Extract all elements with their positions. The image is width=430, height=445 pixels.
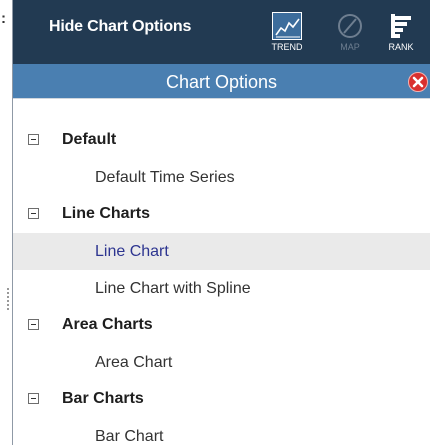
rank-bars-icon — [386, 12, 416, 40]
group-label: Line Charts — [62, 205, 151, 222]
tree-item-bar-chart[interactable]: Bar Chart — [13, 418, 430, 445]
chart-options-header: Chart Options — [13, 64, 430, 99]
trend-label: TREND — [271, 42, 303, 52]
hide-chart-options-button[interactable]: Hide Chart Options — [49, 18, 191, 36]
splitter-grip-handle[interactable] — [7, 288, 9, 312]
chart-type-tree: Default Default Time Series Line Charts … — [13, 122, 430, 445]
item-label: Bar Chart — [95, 428, 164, 445]
collapse-minus-icon[interactable] — [28, 134, 39, 145]
tree-item-line-chart-spline[interactable]: Line Chart with Spline — [13, 270, 430, 307]
map-button[interactable]: MAP — [328, 12, 372, 62]
tree-item-default-time-series[interactable]: Default Time Series — [13, 159, 430, 196]
collapse-minus-icon[interactable] — [28, 208, 39, 219]
collapse-minus-icon[interactable] — [28, 319, 39, 330]
tree-group-line-charts[interactable]: Line Charts — [13, 196, 430, 233]
map-compass-icon — [335, 12, 365, 40]
group-label: Default — [62, 131, 117, 148]
rank-label: RANK — [388, 42, 414, 52]
trend-button[interactable]: TREND — [265, 12, 309, 62]
map-label: MAP — [340, 42, 360, 52]
item-label: Line Chart with Spline — [95, 280, 251, 297]
tree-item-line-chart[interactable]: Line Chart — [13, 233, 430, 270]
rank-button[interactable]: RANK — [379, 12, 423, 62]
item-label: Area Chart — [95, 354, 173, 371]
group-label: Area Charts — [62, 316, 153, 333]
tree-group-area-charts[interactable]: Area Charts — [13, 307, 430, 344]
tree-group-default[interactable]: Default — [13, 122, 430, 159]
collapse-minus-icon[interactable] — [28, 393, 39, 404]
item-label: Default Time Series — [95, 169, 235, 186]
item-label: Line Chart — [95, 243, 169, 260]
group-label: Bar Charts — [62, 390, 144, 407]
chart-options-panel: Hide Chart Options TREND MAP RANK Chart … — [12, 0, 430, 445]
trend-chart-icon — [272, 12, 302, 40]
tree-group-bar-charts[interactable]: Bar Charts — [13, 381, 430, 418]
close-icon[interactable] — [408, 72, 428, 92]
top-toolbar: Hide Chart Options TREND MAP RANK — [13, 0, 430, 64]
tree-item-area-chart[interactable]: Area Chart — [13, 344, 430, 381]
colon-mark: : — [1, 10, 6, 27]
left-margin: : — [0, 0, 12, 445]
panel-title: Chart Options — [165, 72, 278, 92]
